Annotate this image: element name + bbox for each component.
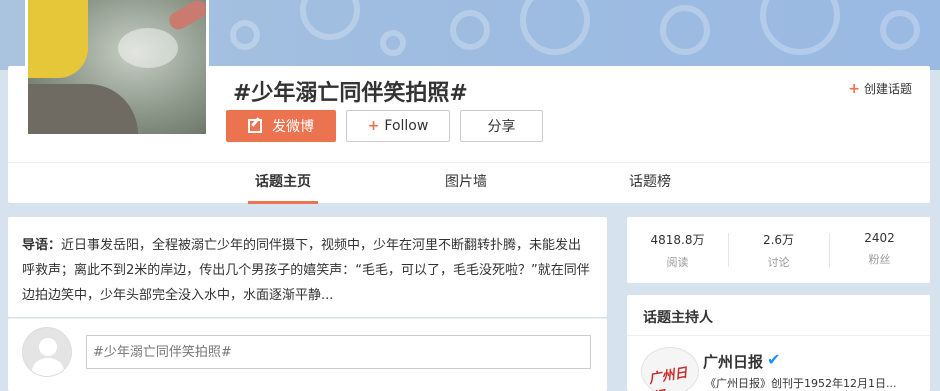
create-topic-label: 创建话题 <box>863 82 912 96</box>
stat-value: 4818.8万 <box>650 233 705 247</box>
host-section-title: 话题主持人 <box>643 310 713 326</box>
stat-label: 阅读 <box>666 256 689 269</box>
share-button[interactable]: 分享 <box>460 110 543 142</box>
tab-topic-ranking[interactable]: 话题榜 <box>620 163 680 204</box>
topic-host-card: 话题主持人 广州日报 广州日报 ✔ 《广州日报》创刊于1952年12月1日... <box>627 295 930 391</box>
comment-input[interactable] <box>86 335 591 369</box>
tab-picture-wall[interactable]: 图片墙 <box>436 163 496 204</box>
plus-icon: + <box>848 81 860 97</box>
topic-stats: 4818.8万 阅读 2.6万 讨论 2402 粉丝 <box>627 217 930 283</box>
edit-icon <box>248 119 262 133</box>
intro-lead: 导语： <box>22 238 62 253</box>
verified-icon: ✔ <box>767 350 781 369</box>
topic-cover-image[interactable] <box>25 0 209 137</box>
stat-label: 粉丝 <box>868 253 891 266</box>
stat-label: 讨论 <box>767 256 790 269</box>
intro-text: 导语：近日事发岳阳，全程被溺亡少年的同伴摄下，视频中，少年在河里不断翻转扑腾，未… <box>22 233 593 308</box>
create-topic-link[interactable]: + 创建话题 <box>848 80 912 97</box>
avatar <box>22 327 72 377</box>
stat-value: 2402 <box>864 231 895 245</box>
host-logo[interactable]: 广州日报 <box>641 347 699 391</box>
post-weibo-label: 发微博 <box>272 119 314 135</box>
plus-icon: + <box>367 118 380 134</box>
stat-reads: 4818.8万 阅读 <box>627 231 728 270</box>
stat-fans: 2402 粉丝 <box>829 231 930 267</box>
follow-label: Follow <box>384 118 429 134</box>
host-logo-mark: 广州日报 <box>647 365 689 391</box>
host-description: 《广州日报》创刊于1952年12月1日... <box>705 377 897 390</box>
comment-composer <box>8 318 607 391</box>
stat-value: 2.6万 <box>762 233 795 247</box>
tab-topic-home[interactable]: 话题主页 <box>248 163 318 204</box>
topic-title: #少年溺亡同伴笑拍照# <box>233 81 468 106</box>
host-name[interactable]: 广州日报 <box>703 351 763 372</box>
intro-card: 导语：近日事发岳阳，全程被溺亡少年的同伴摄下，视频中，少年在河里不断翻转扑腾，未… <box>8 217 607 317</box>
topic-tabs: 话题主页 图片墙 话题榜 <box>8 162 930 204</box>
intro-body: 近日事发岳阳，全程被溺亡少年的同伴摄下，视频中，少年在河里不断翻转扑腾，未能发出… <box>22 238 590 303</box>
stat-discussions: 2.6万 讨论 <box>728 231 829 270</box>
post-weibo-button[interactable]: 发微博 <box>226 110 336 142</box>
share-label: 分享 <box>487 119 516 135</box>
follow-button[interactable]: + Follow <box>346 110 450 142</box>
